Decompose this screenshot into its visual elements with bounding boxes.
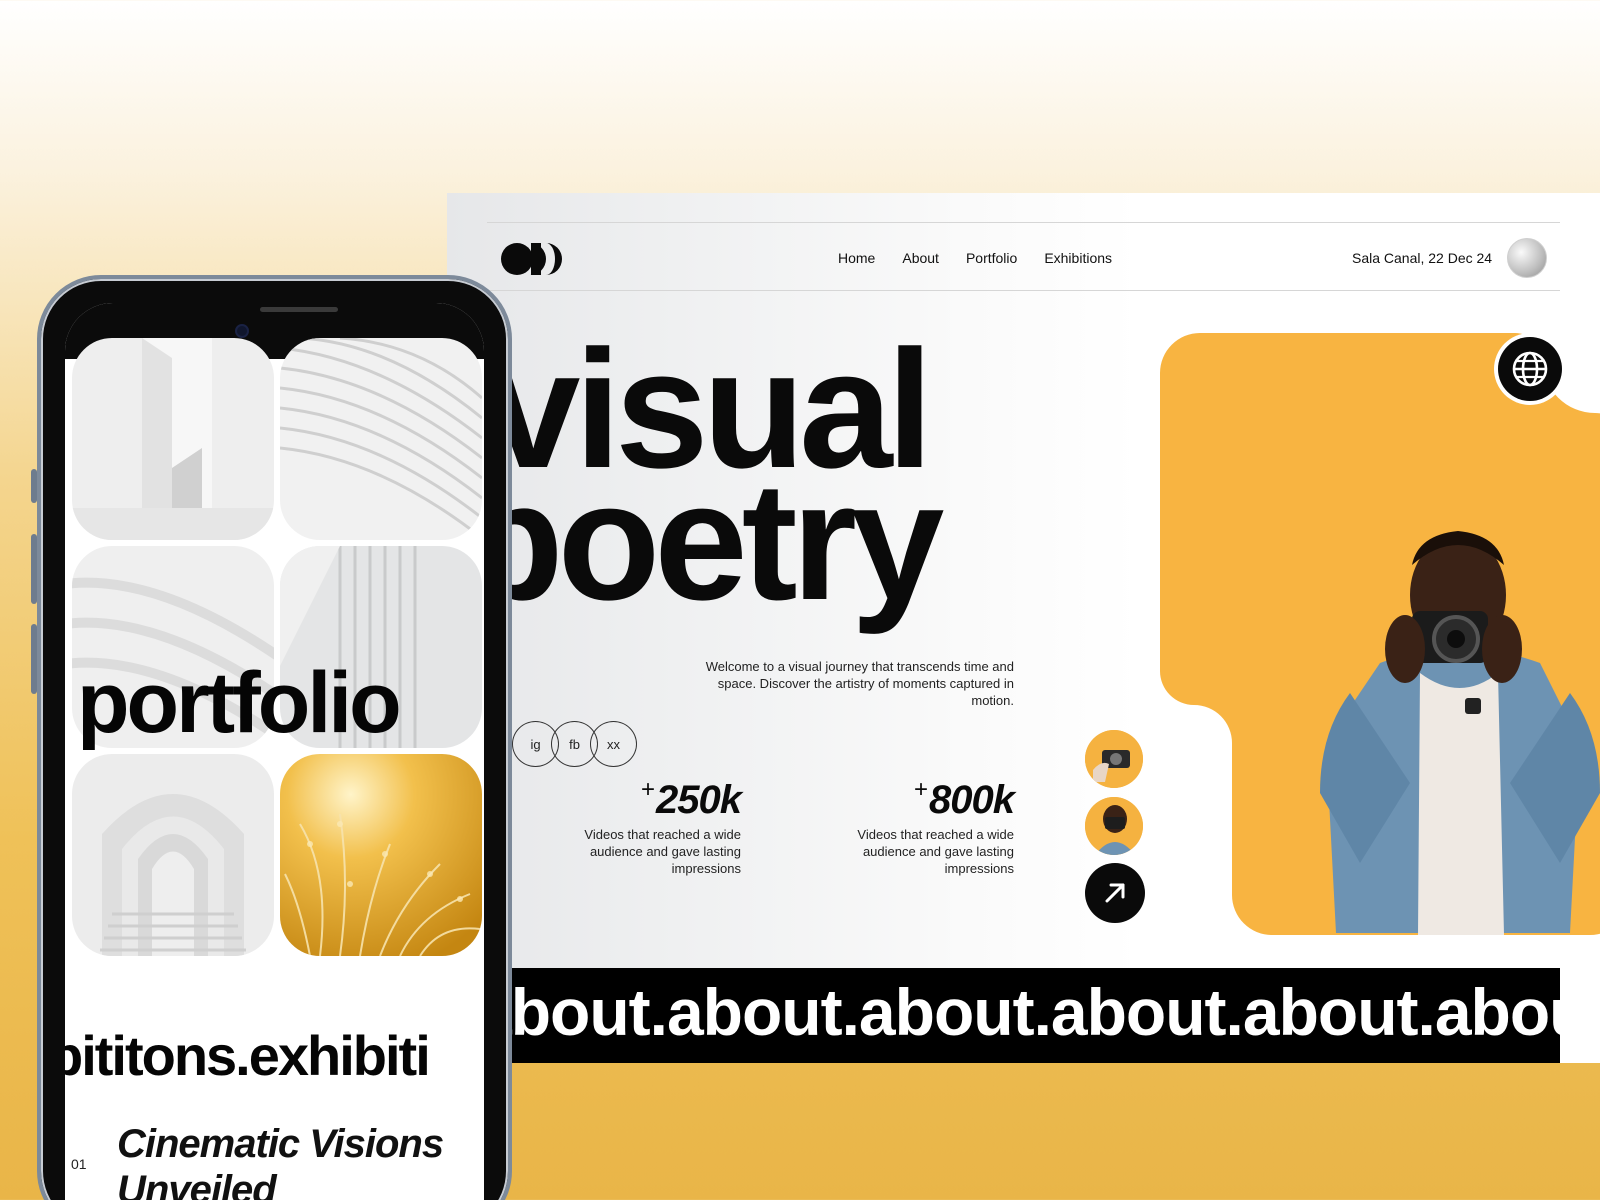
phone-mockup: portfolio bititons.exhibiti 01 Cinematic…	[31, 275, 512, 1200]
thumbnail-camera-hand[interactable]	[1085, 730, 1143, 788]
globe-icon	[1512, 351, 1548, 387]
stat-description: Videos that reached a wide audience and …	[857, 827, 1014, 876]
header-bottom-divider	[487, 290, 1560, 291]
exhibitions-marquee: bititons.exhibiti	[65, 1021, 484, 1101]
item-number: 01	[71, 1156, 87, 1172]
about-marquee: about.about.about.about.about.about.	[487, 968, 1560, 1063]
stat-value: +250k	[641, 776, 742, 822]
marquee-text: about.about.about.about.about.about.	[487, 975, 1560, 1049]
stat-800k: +800k Videos that reached a wide audienc…	[814, 768, 1015, 877]
hero-photo-card	[1160, 333, 1600, 935]
event-label: Sala Canal, 22 Dec 24	[1352, 250, 1493, 266]
gallery-tile-ribs[interactable]	[280, 338, 482, 540]
hero-title: visual poetry	[461, 325, 944, 625]
logo[interactable]	[500, 240, 570, 278]
globe-button[interactable]	[1498, 337, 1562, 401]
gallery-tile-tunnel[interactable]	[72, 754, 274, 956]
front-camera	[235, 324, 249, 338]
hero-title-line2: poetry	[461, 447, 944, 635]
profile-avatar[interactable]	[1507, 238, 1547, 278]
phone-screen: portfolio bititons.exhibiti 01 Cinematic…	[65, 303, 484, 1200]
portfolio-title: portfolio	[77, 655, 402, 751]
nav-portfolio[interactable]: Portfolio	[966, 250, 1017, 266]
gallery-tile-corridor[interactable]	[72, 338, 274, 540]
stat-description: Videos that reached a wide audience and …	[584, 827, 741, 876]
social-xx[interactable]: xx	[590, 721, 637, 767]
speaker	[260, 307, 338, 312]
stat-value: +800k	[914, 776, 1015, 822]
gallery-tile-golden-plant[interactable]	[280, 754, 482, 956]
arrow-link-button[interactable]	[1085, 863, 1145, 923]
arrow-up-right-icon	[1105, 883, 1125, 903]
item-headline[interactable]: Cinematic Visions Unveiled	[117, 1121, 484, 1200]
phone-side-button	[31, 469, 37, 503]
exhibitions-marquee-text: bititons.exhibiti	[65, 1024, 431, 1087]
desktop-mockup: Home About Portfolio Exhibitions Sala Ca…	[447, 193, 1600, 1063]
hero-intro: Welcome to a visual journey that transce…	[705, 659, 1014, 708]
phone-side-button	[31, 624, 37, 694]
phone-side-button	[31, 534, 37, 604]
header-top-divider	[487, 222, 1560, 223]
nav-about[interactable]: About	[902, 250, 939, 266]
social-links: ig fb xx	[512, 721, 637, 767]
stat-250k: +250k Videos that reached a wide audienc…	[541, 768, 742, 877]
thumbnail-photographer[interactable]	[1085, 797, 1143, 855]
nav-home[interactable]: Home	[838, 250, 875, 266]
main-nav: Home About Portfolio Exhibitions	[838, 250, 1112, 266]
nav-exhibitions[interactable]: Exhibitions	[1044, 250, 1112, 266]
